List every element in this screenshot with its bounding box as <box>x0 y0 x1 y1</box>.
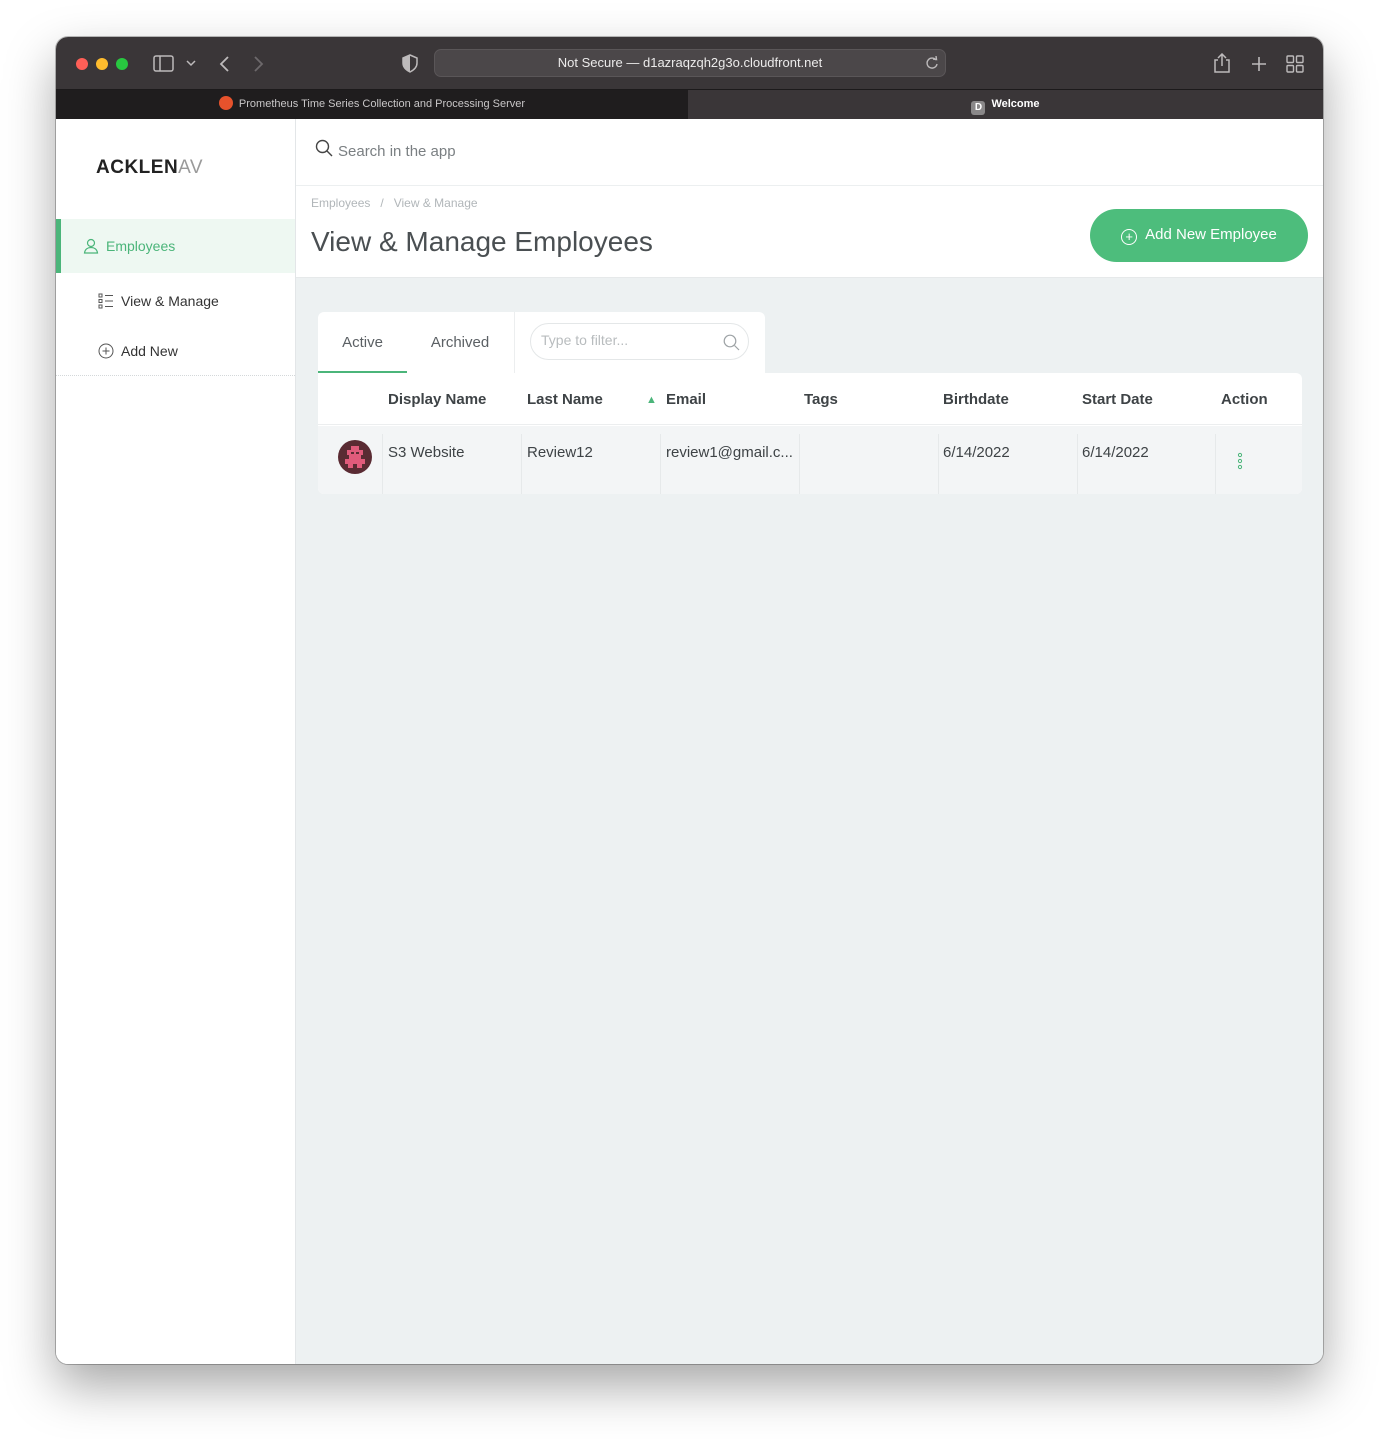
share-icon[interactable] <box>1213 53 1231 73</box>
cell-start-date: 6/14/2022 <box>1082 444 1149 461</box>
user-icon <box>83 238 99 254</box>
add-button-label: Add New Employee <box>1145 226 1277 243</box>
column-header-action: Action <box>1221 391 1268 408</box>
app-content: ACKLENAV Employees View & Manage Add New… <box>56 119 1323 1364</box>
cell-birthdate: 6/14/2022 <box>943 444 1010 461</box>
cell-last-name: Review12 <box>527 444 593 461</box>
table-row[interactable]: S3 Website Review12 review1@gmail.c... 6… <box>318 426 1302 494</box>
column-header-last-name[interactable]: Last Name <box>527 391 603 408</box>
tab-active[interactable]: Active <box>318 312 407 373</box>
breadcrumb-separator: / <box>380 196 384 210</box>
reload-icon[interactable] <box>925 56 939 70</box>
browser-tab-prometheus[interactable]: Prometheus Time Series Collection and Pr… <box>56 90 688 120</box>
tab-separator <box>514 312 515 373</box>
column-separator <box>1077 434 1078 494</box>
plus-circle-icon <box>98 343 114 359</box>
browser-window: Not Secure — d1azraqzqh2g3o.cloudfront.n… <box>56 37 1323 1364</box>
zoom-window-button[interactable] <box>116 58 128 70</box>
sidebar-toggle-icon[interactable] <box>153 55 175 72</box>
prometheus-icon <box>218 96 233 110</box>
minimize-window-button[interactable] <box>96 58 108 70</box>
page-header: Employees / View & Manage View & Manage Em… <box>296 186 1323 278</box>
filter-input[interactable] <box>541 332 711 348</box>
cell-display-name: S3 Website <box>388 444 465 461</box>
url-text: Not Secure — d1azraqzqh2g3o.cloudfront.n… <box>557 55 823 70</box>
column-header-display-name[interactable]: Display Name <box>388 391 486 408</box>
list-icon <box>98 293 113 309</box>
breadcrumb-employees[interactable]: Employees <box>311 196 370 210</box>
employee-tabs: Active Archived <box>318 312 765 373</box>
column-separator <box>382 434 383 494</box>
avatar-pattern <box>345 446 365 468</box>
forward-icon[interactable] <box>253 55 265 73</box>
logo-text: ACKLEN <box>96 157 179 178</box>
breadcrumb-view-manage[interactable]: View & Manage <box>394 196 478 210</box>
tab-favicon: D <box>971 101 986 115</box>
close-window-button[interactable] <box>76 58 88 70</box>
column-header-tags[interactable]: Tags <box>804 391 838 408</box>
shield-icon[interactable] <box>402 54 418 73</box>
column-separator <box>1215 434 1216 494</box>
sidebar-item-label: Employees <box>106 238 176 254</box>
sidebar-item-label: Add New <box>121 343 178 359</box>
cell-email: review1@gmail.c... <box>666 444 793 461</box>
column-separator <box>799 434 800 494</box>
employees-table: Display Name Last Name ▲ Email Tags Birt… <box>318 373 1302 494</box>
tab-label: Welcome <box>991 98 1040 110</box>
sort-ascending-icon[interactable]: ▲ <box>646 394 657 406</box>
plus-circle-icon: + <box>1121 229 1138 245</box>
more-options-icon[interactable] <box>1236 452 1244 470</box>
tab-label: Prometheus Time Series Collection and Pr… <box>238 98 526 110</box>
new-tab-icon[interactable] <box>1251 56 1267 72</box>
sidebar-item-add-new[interactable]: Add New <box>56 324 295 378</box>
tab-overview-icon[interactable] <box>1286 55 1304 73</box>
column-header-email[interactable]: Email <box>666 391 706 408</box>
table-header: Display Name Last Name ▲ Email Tags Birt… <box>318 373 1302 425</box>
add-new-employee-button[interactable]: + Add New Employee <box>1090 209 1308 262</box>
app-logo[interactable]: ACKLENAV <box>96 157 203 179</box>
app-search-bar <box>296 119 1323 186</box>
sidebar-item-label: View & Manage <box>121 293 219 309</box>
tab-archived[interactable]: Archived <box>418 312 502 373</box>
breadcrumb: Employees / View & Manage <box>311 196 488 210</box>
browser-tabstrip: Prometheus Time Series Collection and Pr… <box>56 89 1323 120</box>
column-header-birthdate[interactable]: Birthdate <box>943 391 1009 408</box>
sidebar-item-view-manage[interactable]: View & Manage <box>56 274 295 328</box>
logo-text-faded: AV <box>178 157 204 178</box>
page-title: View & Manage Employees <box>311 226 653 257</box>
search-input[interactable] <box>338 137 1038 165</box>
browser-tab-welcome[interactable]: D Welcome <box>688 90 1323 120</box>
filter-box <box>530 323 749 360</box>
column-separator <box>938 434 939 494</box>
avatar <box>338 440 372 474</box>
browser-titlebar: Not Secure — d1azraqzqh2g3o.cloudfront.n… <box>56 37 1323 89</box>
column-separator <box>521 434 522 494</box>
sidebar: ACKLENAV Employees View & Manage Add New <box>56 119 296 1364</box>
column-header-start-date[interactable]: Start Date <box>1082 391 1153 408</box>
back-icon[interactable] <box>218 55 230 73</box>
chevron-down-icon[interactable] <box>186 60 196 67</box>
column-separator <box>660 434 661 494</box>
search-icon[interactable] <box>723 334 740 351</box>
search-icon <box>315 139 333 157</box>
sidebar-divider <box>56 375 295 376</box>
address-bar[interactable]: Not Secure — d1azraqzqh2g3o.cloudfront.n… <box>434 49 946 77</box>
sidebar-item-employees[interactable]: Employees <box>56 219 295 273</box>
